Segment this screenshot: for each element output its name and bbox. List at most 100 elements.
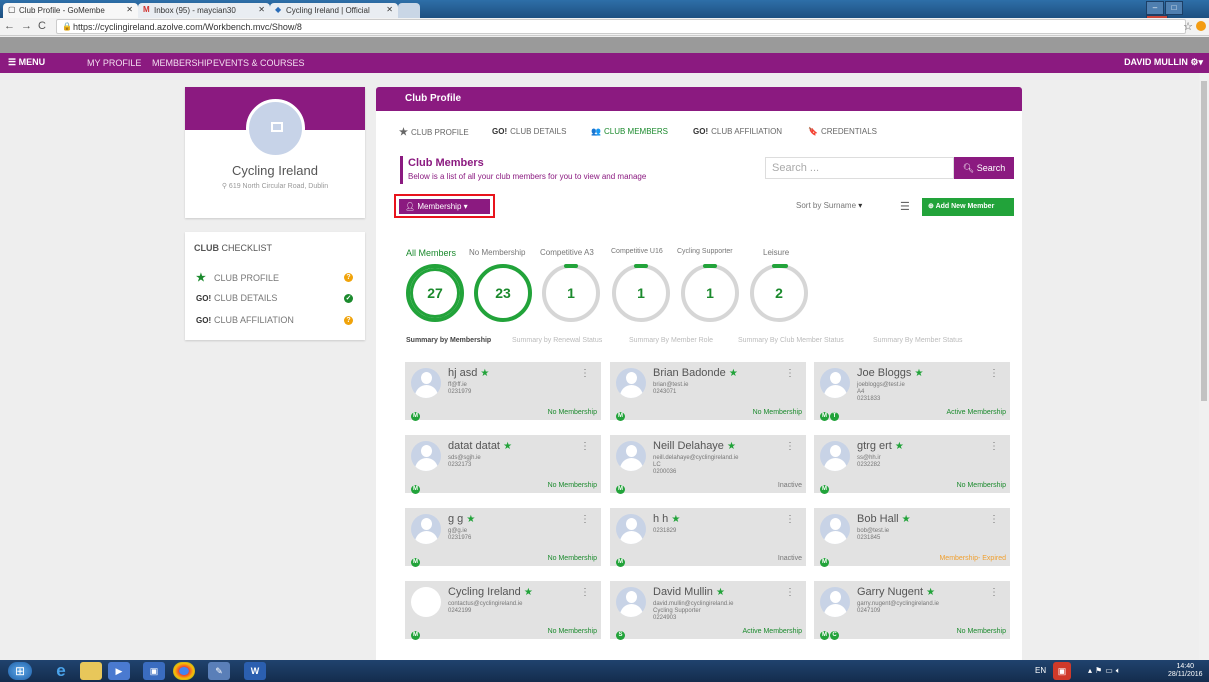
browser-tab-cycling-ireland[interactable]: ◆ Cycling Ireland | Official ✕ bbox=[270, 3, 398, 18]
more-options-icon[interactable]: ⋮ bbox=[989, 441, 999, 452]
menu-button[interactable]: ☰ MENU bbox=[8, 57, 45, 68]
more-options-icon[interactable]: ⋮ bbox=[580, 514, 590, 525]
filter-label-cycling-supporter[interactable]: Cycling Supporter bbox=[677, 248, 733, 255]
close-tab-icon[interactable]: ✕ bbox=[126, 5, 133, 14]
close-tab-icon[interactable]: ✕ bbox=[258, 5, 265, 14]
tab-credentials[interactable]: 🔖 CREDENTIALS bbox=[808, 127, 877, 136]
member-card[interactable]: Cycling Ireland ★ contactus@cyclingirelan… bbox=[405, 581, 601, 640]
more-options-icon[interactable]: ⋮ bbox=[580, 587, 590, 598]
more-options-icon[interactable]: ⋮ bbox=[785, 587, 795, 598]
more-options-icon[interactable]: ⋮ bbox=[989, 514, 999, 525]
summary-tab-membership[interactable]: Summary by Membership bbox=[406, 337, 491, 344]
app-icon[interactable]: ▣ bbox=[143, 662, 165, 680]
filter-label-competitive-u16[interactable]: Competitive U16 bbox=[611, 248, 663, 255]
close-tab-icon[interactable]: ✕ bbox=[386, 5, 393, 14]
member-card[interactable]: hj asd ★ ff@ff.ie 0231979 ⋮ M No Membership bbox=[405, 362, 601, 421]
browser-tab-club-profile[interactable]: ▢ Club Profile - GoMembe ✕ bbox=[3, 3, 138, 18]
member-card[interactable]: Garry Nugent ★ garry.nugent@cyclingirelan… bbox=[814, 581, 1010, 640]
member-name[interactable]: h h ★ bbox=[653, 513, 680, 525]
member-name[interactable]: hj asd ★ bbox=[448, 367, 489, 379]
member-card[interactable]: datat datat ★ sds@sgjh.ie 0232173 ⋮ M No Memb… bbox=[405, 435, 601, 494]
bookmark-star-icon[interactable]: ☆ bbox=[1183, 20, 1193, 33]
filter-label-competitive-a3[interactable]: Competitive A3 bbox=[540, 248, 594, 257]
summary-tab-member-status[interactable]: Summary By Member Status bbox=[873, 337, 962, 344]
nav-my-profile[interactable]: MY PROFILE bbox=[87, 58, 141, 68]
nav-buttons[interactable]: ←→C bbox=[4, 20, 52, 32]
search-input[interactable]: Search ... bbox=[765, 157, 954, 179]
new-tab-button[interactable] bbox=[398, 3, 420, 18]
search-button[interactable]: 🔍︎ Search bbox=[954, 157, 1014, 179]
language-indicator[interactable]: EN bbox=[1035, 666, 1046, 675]
filter-label-all[interactable]: All Members bbox=[406, 248, 456, 258]
member-name[interactable]: Cycling Ireland ★ bbox=[448, 586, 533, 598]
more-options-icon[interactable]: ⋮ bbox=[580, 368, 590, 379]
filter-label-leisure[interactable]: Leisure bbox=[763, 248, 789, 257]
filter-ring-leisure[interactable]: 2 bbox=[750, 264, 808, 322]
nav-membership[interactable]: MEMBERSHIP bbox=[152, 58, 213, 68]
chrome-icon[interactable] bbox=[173, 662, 195, 680]
member-name[interactable]: Joe Bloggs ★ bbox=[857, 367, 923, 379]
member-name[interactable]: g g ★ bbox=[448, 513, 475, 525]
word-icon[interactable]: W bbox=[244, 662, 266, 680]
summary-tab-renewal[interactable]: Summary by Renewal Status bbox=[512, 337, 602, 344]
tab-club-members[interactable]: 👥 CLUB MEMBERS bbox=[591, 127, 668, 136]
more-options-icon[interactable]: ⋮ bbox=[580, 441, 590, 452]
more-options-icon[interactable]: ⋮ bbox=[785, 514, 795, 525]
member-name[interactable]: Bob Hall ★ bbox=[857, 513, 911, 525]
more-options-icon[interactable]: ⋮ bbox=[989, 368, 999, 379]
checklist-item-club-details[interactable]: GO! CLUB DETAILS bbox=[196, 293, 277, 303]
member-name[interactable]: Brian Badonde ★ bbox=[653, 367, 738, 379]
member-name[interactable]: datat datat ★ bbox=[448, 440, 512, 452]
member-name[interactable]: Neill Delahaye ★ bbox=[653, 440, 736, 452]
sort-dropdown[interactable]: Sort by Surname ▾ bbox=[796, 201, 862, 210]
scrollbar-thumb[interactable] bbox=[1201, 81, 1207, 401]
filter-ring-all[interactable]: 27 bbox=[406, 264, 464, 322]
tray-app-icon[interactable]: ▣ bbox=[1053, 662, 1071, 680]
member-card[interactable]: h h ★ 0231829 ⋮ M Inactive bbox=[610, 508, 806, 567]
maximize-icon[interactable]: □ bbox=[1165, 1, 1183, 15]
warning-icon[interactable] bbox=[1196, 21, 1206, 31]
start-button[interactable]: ⊞ bbox=[8, 662, 32, 680]
list-view-icon[interactable]: ☰ bbox=[900, 200, 910, 213]
nav-events-courses[interactable]: EVENTS & COURSES bbox=[213, 58, 305, 68]
member-name[interactable]: Garry Nugent ★ bbox=[857, 586, 935, 598]
more-options-icon[interactable]: ⋮ bbox=[989, 587, 999, 598]
ie-icon[interactable]: e bbox=[50, 662, 72, 680]
url-input[interactable]: 🔒 https://cyclingireland.azolve.com/Work… bbox=[56, 19, 1186, 34]
tab-club-profile[interactable]: ★ CLUB PROFILE bbox=[399, 127, 469, 138]
member-name[interactable]: David Mullin ★ bbox=[653, 586, 725, 598]
member-card[interactable]: David Mullin ★ david.mullin@cyclingirelan… bbox=[610, 581, 806, 640]
member-name[interactable]: gtrg ert ★ bbox=[857, 440, 904, 452]
more-options-icon[interactable]: ⋮ bbox=[785, 441, 795, 452]
club-avatar[interactable] bbox=[246, 99, 305, 158]
browser-tab-inbox[interactable]: M Inbox (95) - maycian30 ✕ bbox=[138, 3, 270, 18]
add-new-member-button[interactable]: ⊕ Add New Member bbox=[922, 198, 1014, 216]
tab-club-details[interactable]: GO! CLUB DETAILS bbox=[492, 127, 566, 136]
summary-tab-club-member-status[interactable]: Summary By Club Member Status bbox=[738, 337, 844, 344]
member-card[interactable]: Brian Badonde ★ brian@test.ie 0243071 ⋮ M No … bbox=[610, 362, 806, 421]
user-menu[interactable]: DAVID MULLIN ⚙▾ bbox=[1124, 57, 1203, 68]
page-scrollbar[interactable] bbox=[1199, 73, 1209, 660]
minimize-icon[interactable]: – bbox=[1146, 1, 1164, 15]
filter-ring-no-membership[interactable]: 23 bbox=[474, 264, 532, 322]
tray-icons[interactable]: ▴⚑▭🔈︎ bbox=[1088, 666, 1124, 676]
summary-tab-role[interactable]: Summary By Member Role bbox=[629, 337, 713, 344]
membership-dropdown-button[interactable]: 👤︎ Membership ▾ bbox=[399, 199, 490, 214]
member-card[interactable]: Neill Delahaye ★ neill.delahaye@cyclingir… bbox=[610, 435, 806, 494]
clock[interactable]: 14:40 28/11/2016 bbox=[1168, 663, 1203, 679]
more-options-icon[interactable]: ⋮ bbox=[785, 368, 795, 379]
folder-icon[interactable] bbox=[80, 662, 102, 680]
tab-club-affiliation[interactable]: GO! CLUB AFFILIATION bbox=[693, 127, 782, 136]
member-card[interactable]: gtrg ert ★ ss@hh.ir 0232282 ⋮ M No Membership bbox=[814, 435, 1010, 494]
member-card[interactable]: Joe Bloggs ★ joebloggs@test.ie A4 0231833 ⋮ M… bbox=[814, 362, 1010, 421]
filter-label-no-membership[interactable]: No Membership bbox=[469, 248, 525, 257]
member-card[interactable]: Bob Hall ★ bob@test.ie 0231845 ⋮ M Membership… bbox=[814, 508, 1010, 567]
filter-ring-competitive-a3[interactable]: 1 bbox=[542, 264, 600, 322]
filter-ring-competitive-u16[interactable]: 1 bbox=[612, 264, 670, 322]
checklist-item-club-affiliation[interactable]: GO! CLUB AFFILIATION bbox=[196, 315, 294, 325]
filter-ring-cycling-supporter[interactable]: 1 bbox=[681, 264, 739, 322]
checklist-item-club-profile[interactable]: ★ CLUB PROFILE bbox=[196, 271, 279, 284]
member-card[interactable]: g g ★ g@g.ie 0231976 ⋮ M No Membership bbox=[405, 508, 601, 567]
paint-icon[interactable]: ✎ bbox=[208, 662, 230, 680]
media-player-icon[interactable]: ▶ bbox=[108, 662, 130, 680]
